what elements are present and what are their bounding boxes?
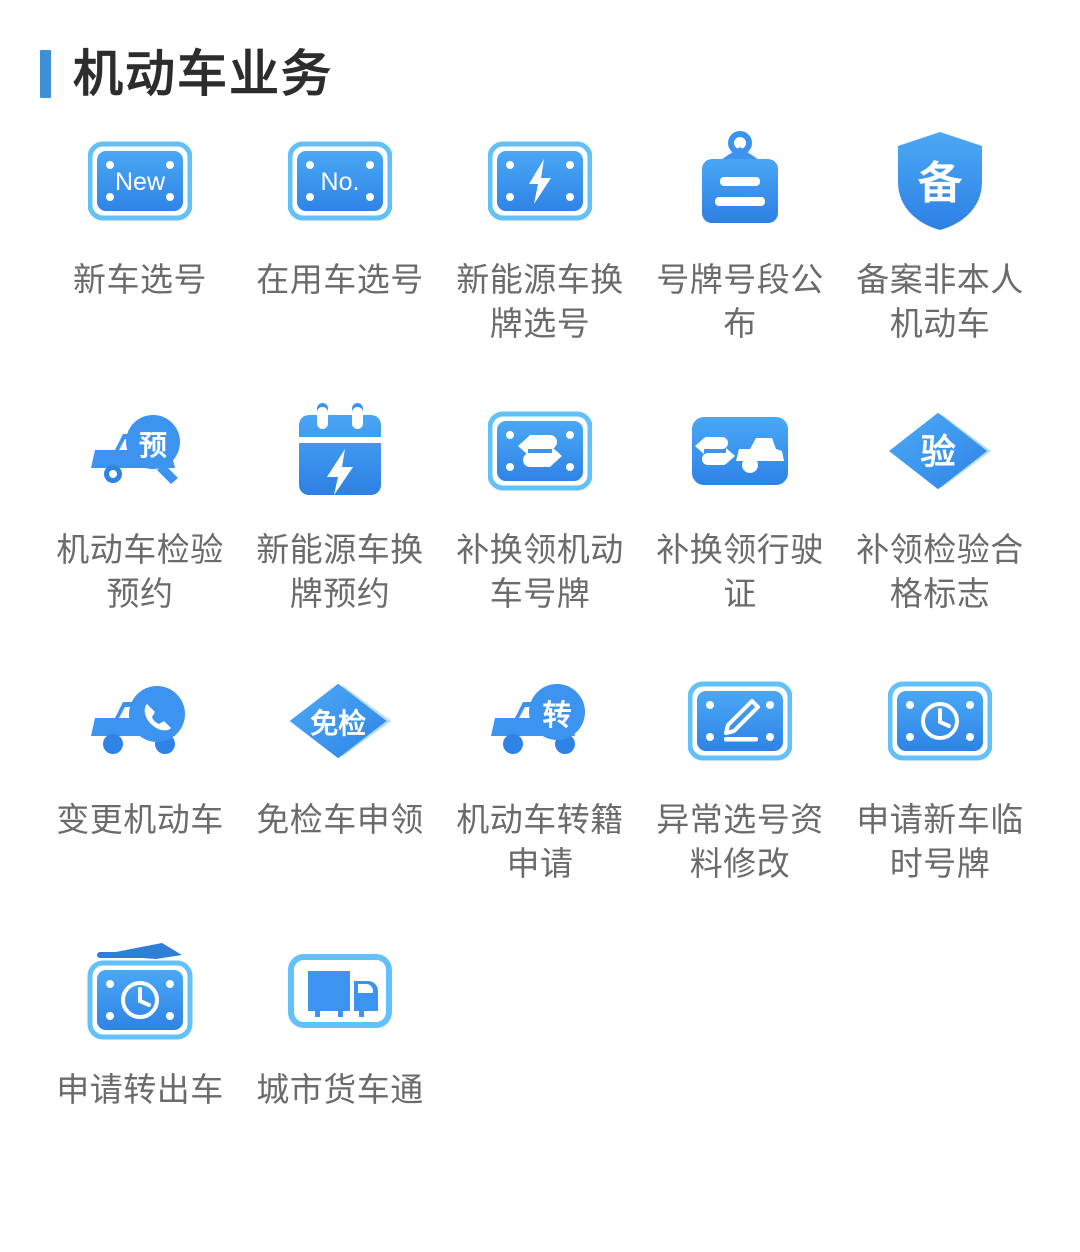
- grid-item-car-phone[interactable]: 变更机动车: [40, 654, 240, 924]
- grid-item-label: 号牌号段公布: [656, 261, 824, 342]
- grid-item-calendar-lightning[interactable]: 新能源车换牌预约: [240, 384, 440, 654]
- plate-new-icon: New: [85, 126, 195, 236]
- grid-item-label: 新车选号: [73, 261, 207, 298]
- grid-item-diamond-yan[interactable]: 验 补领检验合格标志: [840, 384, 1040, 654]
- calendar-lightning-icon: [285, 396, 395, 506]
- magnifier-glyph: 预: [139, 430, 167, 461]
- grid-item-plate-clock-arrow[interactable]: 申请转出车: [40, 924, 240, 1194]
- svg-text:No.: No.: [321, 168, 360, 196]
- plate-edit-icon: [685, 666, 795, 776]
- plate-swap-icon: [485, 396, 595, 506]
- service-grid: New 新车选号 No. 在用车选号 新能源车换牌选号 号牌号段公布 备 备案非…: [0, 86, 1080, 1194]
- plate-no-icon: No.: [285, 126, 395, 236]
- grid-item-truck-frame[interactable]: 城市货车通: [240, 924, 440, 1194]
- grid-item-diamond-mianjian[interactable]: 免检 免检车申领: [240, 654, 440, 924]
- plate-clock-arrow-icon: [85, 936, 195, 1046]
- page-title: 机动车业务: [73, 46, 333, 102]
- car-badge-glyph: 转: [542, 699, 571, 732]
- diamond-glyph: 免检: [310, 707, 366, 739]
- title-accent-bar: [40, 50, 51, 98]
- diamond-glyph: 验: [920, 433, 956, 472]
- grid-item-plate-new[interactable]: New 新车选号: [40, 114, 240, 384]
- grid-item-label: 城市货车通: [256, 1071, 424, 1108]
- grid-item-car-zhuan[interactable]: 转 机动车转籍申请: [440, 654, 640, 924]
- grid-item-plate-clock[interactable]: 申请新车临时号牌: [840, 654, 1040, 924]
- grid-item-signboard[interactable]: 号牌号段公布: [640, 114, 840, 384]
- grid-item-car-magnifier[interactable]: 预 机动车检验预约: [40, 384, 240, 654]
- grid-item-label: 新能源车换牌选号: [456, 261, 624, 342]
- diamond-yan-icon: 验: [885, 396, 995, 506]
- grid-item-plate-lightning[interactable]: 新能源车换牌选号: [440, 114, 640, 384]
- grid-item-label: 机动车检验预约: [56, 531, 224, 612]
- grid-item-label: 在用车选号: [256, 261, 424, 298]
- car-magnifier-yu-icon: 预: [85, 396, 195, 506]
- grid-item-label: 备案非本人机动车: [856, 261, 1024, 342]
- grid-item-plate-swap[interactable]: 补换领机动车号牌: [440, 384, 640, 654]
- grid-item-plate-no[interactable]: No. 在用车选号: [240, 114, 440, 384]
- page-header: 机动车业务: [0, 0, 1080, 99]
- grid-item-label: 申请转出车: [56, 1071, 224, 1108]
- plate-clock-icon: [885, 666, 995, 776]
- shield-glyph: 备: [918, 159, 963, 208]
- grid-item-label: 异常选号资料修改: [656, 801, 824, 882]
- grid-item-label: 变更机动车: [56, 801, 224, 838]
- grid-item-label: 补领检验合格标志: [856, 531, 1024, 612]
- grid-item-label: 补换领行驶证: [656, 531, 824, 612]
- car-phone-icon: [85, 666, 195, 776]
- grid-item-plate-edit[interactable]: 异常选号资料修改: [640, 654, 840, 924]
- car-zhuan-icon: 转: [485, 666, 595, 776]
- grid-item-label: 新能源车换牌预约: [256, 531, 424, 612]
- shield-bei-icon: 备: [885, 126, 995, 236]
- plate-lightning-icon: [485, 126, 595, 236]
- grid-item-label: 机动车转籍申请: [456, 801, 624, 882]
- hanging-signboard-icon: [685, 126, 795, 236]
- car-swap-icon: [685, 396, 795, 506]
- grid-item-label: 申请新车临时号牌: [856, 801, 1024, 882]
- grid-item-label: 补换领机动车号牌: [456, 531, 624, 612]
- grid-item-shield-bei[interactable]: 备 备案非本人机动车: [840, 114, 1040, 384]
- grid-item-car-swap[interactable]: 补换领行驶证: [640, 384, 840, 654]
- diamond-mianjian-icon: 免检: [285, 666, 395, 776]
- svg-text:New: New: [115, 168, 166, 196]
- truck-frame-icon: [285, 936, 395, 1046]
- grid-item-label: 免检车申领: [256, 801, 424, 838]
